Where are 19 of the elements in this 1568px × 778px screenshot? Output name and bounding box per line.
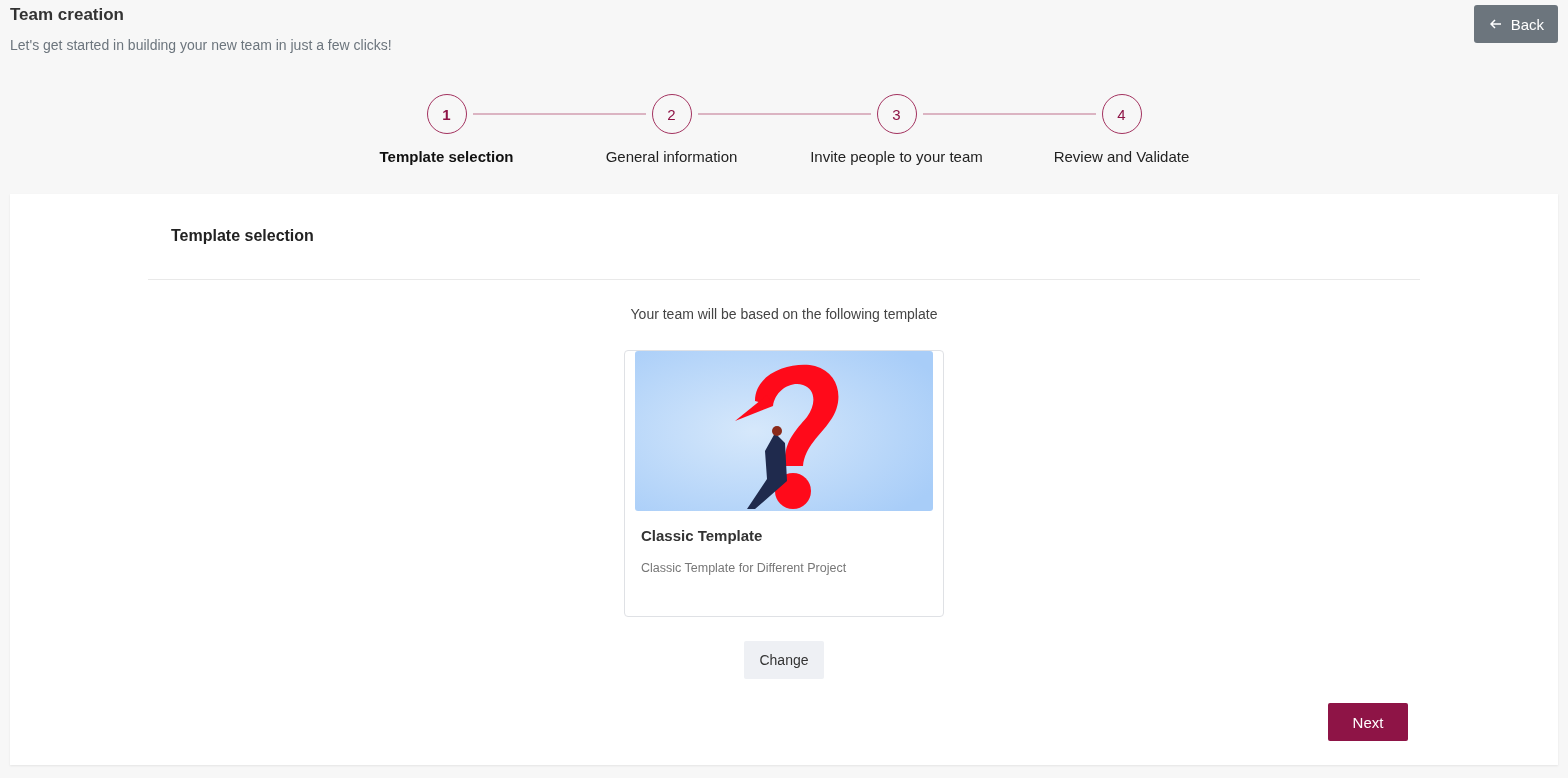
next-button[interactable]: Next [1328,703,1408,741]
step-label: General information [605,148,738,165]
template-name: Classic Template [641,527,764,544]
page-subtitle: Let's get started in building your new team in just a few clicks! [10,37,392,53]
panel-title: Template selection [148,194,1420,280]
back-button[interactable]: Back [1473,5,1558,43]
change-button[interactable]: Change [744,641,824,679]
step-number: 4 [1101,94,1142,134]
template-description: Classic Template for Different Project [641,561,848,575]
step-number: 3 [876,94,917,134]
step-label: Invite people to your team [810,148,983,165]
template-card[interactable]: Classic Template Classic Template for Different Project [624,350,944,617]
page-title: Team creation [10,5,125,25]
step-label: Template selection [379,148,514,165]
arrow-left-icon [1489,19,1502,29]
step-number: 1 [426,94,467,134]
step-label: Review and Validate [1053,148,1190,165]
intro-text: Your team will be based on the following template [630,306,938,322]
step-number: 2 [651,94,692,134]
